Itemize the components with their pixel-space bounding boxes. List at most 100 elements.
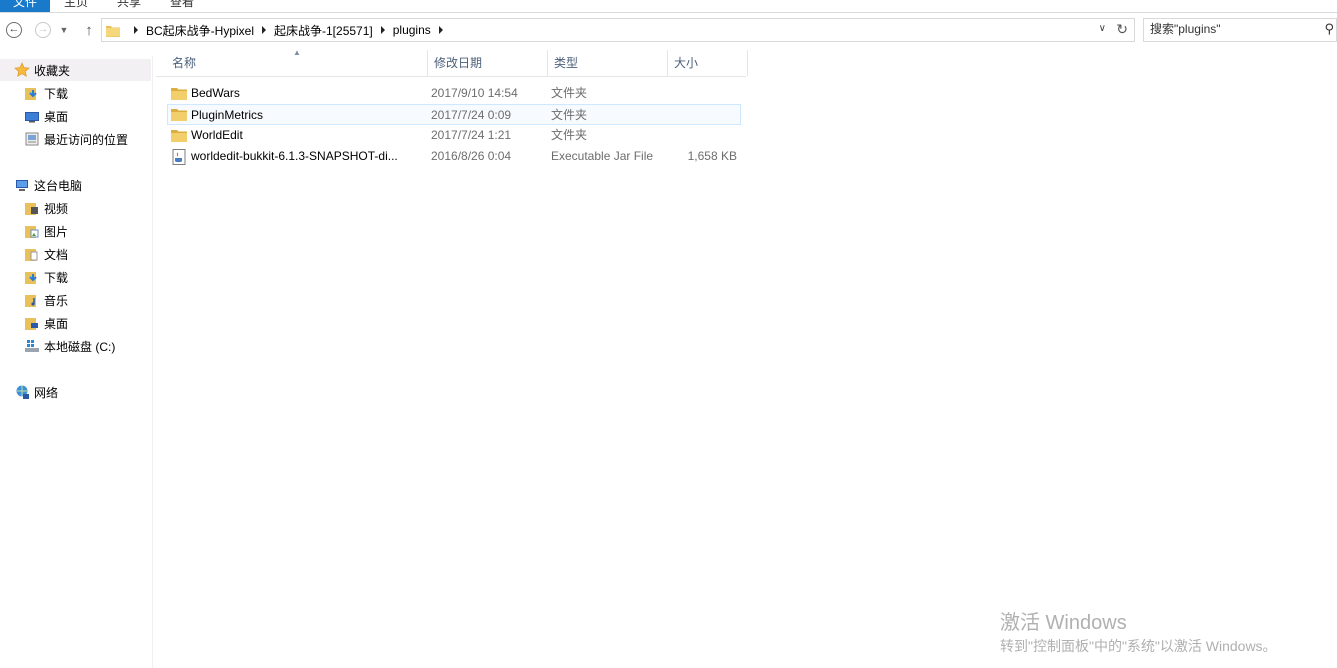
navigation-pane: 收藏夹 下载 桌面 最近访问的位置 这台电脑 视频 图片 文档 下载 音乐 桌面 — [0, 56, 153, 668]
file-row-bedwars[interactable]: BedWars 2017/9/10 14:54 文件夹 — [167, 83, 741, 104]
nav-this-pc[interactable]: 这台电脑 — [14, 174, 82, 196]
search-box[interactable]: ⚲ — [1143, 18, 1337, 42]
file-date: 2017/7/24 0:09 — [431, 108, 512, 122]
up-arrow-icon: ↑ — [85, 21, 93, 39]
file-type: Executable Jar File — [551, 149, 654, 163]
breadcrumb-separator-icon[interactable] — [262, 26, 267, 34]
nav-label: 视频 — [44, 201, 69, 216]
pictures-folder-icon — [24, 223, 40, 239]
nav-pc-pictures[interactable]: 图片 — [24, 220, 68, 242]
file-name: worldedit-bukkit-6.1.3-SNAPSHOT-di... — [191, 149, 398, 163]
address-history-dropdown-icon[interactable]: ∨ — [1099, 23, 1106, 34]
column-header-name[interactable]: 名称 — [162, 50, 428, 76]
downloads-folder-icon — [24, 85, 40, 101]
address-bar[interactable]: BC起床战争-Hypixel 起床战争-1[25571] plugins ∨ ↻ — [101, 18, 1135, 42]
file-size — [663, 83, 737, 104]
nav-label: 音乐 — [44, 293, 69, 308]
watermark-subtitle: 转到"控制面板"中的"系统"以激活 Windows。 — [1000, 638, 1277, 654]
nav-label: 下载 — [44, 270, 69, 285]
file-name: PluginMetrics — [191, 108, 264, 122]
nav-favorites-desktop[interactable]: 桌面 — [24, 105, 68, 127]
activation-watermark: 激活 Windows 转到"控制面板"中的"系统"以激活 Windows。 — [1000, 610, 1277, 656]
nav-pc-videos[interactable]: 视频 — [24, 197, 68, 219]
chevron-down-icon: ▼ — [59, 25, 69, 35]
nav-label: 网络 — [34, 385, 59, 400]
column-headers: ▲ 名称 修改日期 类型 大小 — [156, 48, 748, 77]
documents-folder-icon — [24, 246, 40, 262]
watermark-title: 激活 Windows — [1000, 612, 1127, 634]
column-header-size[interactable]: 大小 — [668, 50, 748, 76]
up-button[interactable]: ↑ — [79, 20, 99, 40]
column-header-type[interactable]: 类型 — [548, 50, 668, 76]
column-header-date[interactable]: 修改日期 — [428, 50, 548, 76]
nav-pc-documents[interactable]: 文档 — [24, 243, 68, 265]
breadcrumb-separator-icon[interactable] — [380, 26, 385, 34]
tab-home[interactable]: 主页 — [64, 0, 88, 12]
nav-label: 图片 — [44, 224, 69, 239]
network-icon — [14, 384, 30, 400]
desktop-icon — [24, 108, 40, 124]
file-type: 文件夹 — [551, 86, 588, 100]
breadcrumb-separator-icon[interactable] — [438, 26, 443, 34]
tab-view[interactable]: 查看 — [170, 0, 194, 12]
nav-label: 文档 — [44, 247, 69, 262]
recent-locations-button[interactable]: ▼ — [57, 20, 71, 40]
nav-label: 这台电脑 — [34, 178, 83, 193]
back-button[interactable]: ← — [4, 20, 24, 40]
file-date: 2017/9/10 14:54 — [431, 86, 518, 100]
file-size — [663, 125, 737, 146]
nav-label: 本地磁盘 (C:) — [44, 339, 116, 354]
tab-file[interactable]: 文件 — [0, 0, 50, 12]
back-arrow-icon: ← — [6, 22, 22, 38]
breadcrumb-item[interactable]: BC起床战争-Hypixel — [146, 22, 254, 39]
file-name: WorldEdit — [191, 128, 243, 142]
file-list: ▲ 名称 修改日期 类型 大小 BedWars 2017/9/10 14:54 … — [153, 47, 1337, 668]
file-name: BedWars — [191, 86, 240, 100]
downloads-folder-icon — [24, 269, 40, 285]
navigation-bar: ← → ▼ ↑ BC起床战争-Hypixel 起床战争-1[25571] plu… — [0, 13, 1337, 47]
desktop-folder-icon — [24, 315, 40, 331]
file-date: 2017/7/24 1:21 — [431, 128, 512, 142]
nav-label: 最近访问的位置 — [44, 132, 129, 147]
nav-pc-music[interactable]: 音乐 — [24, 289, 68, 311]
nav-pc-desktop[interactable]: 桌面 — [24, 312, 68, 334]
ribbon: 文件 主页 共享 查看 — [0, 0, 1337, 13]
folder-icon — [171, 128, 187, 145]
star-icon — [14, 62, 30, 78]
recent-places-icon — [24, 131, 40, 147]
nav-label: 桌面 — [44, 109, 69, 124]
file-row-pluginmetrics[interactable]: PluginMetrics 2017/7/24 0:09 文件夹 — [167, 104, 741, 125]
file-row-worldedit[interactable]: WorldEdit 2017/7/24 1:21 文件夹 — [167, 125, 741, 146]
breadcrumb-item[interactable]: 起床战争-1[25571] — [274, 22, 373, 39]
file-size — [663, 105, 737, 126]
nav-favorites[interactable]: 收藏夹 — [0, 59, 151, 81]
search-icon[interactable]: ⚲ — [1324, 21, 1334, 37]
nav-label: 下载 — [44, 86, 69, 101]
nav-pc-local-disk[interactable]: 本地磁盘 (C:) — [24, 335, 115, 357]
tab-share[interactable]: 共享 — [117, 0, 141, 12]
breadcrumb-item[interactable]: plugins — [393, 23, 431, 37]
nav-label: 收藏夹 — [34, 63, 71, 78]
file-type: 文件夹 — [551, 108, 588, 122]
nav-favorites-recent[interactable]: 最近访问的位置 — [24, 128, 128, 150]
nav-pc-downloads[interactable]: 下载 — [24, 266, 68, 288]
videos-folder-icon — [24, 200, 40, 216]
refresh-icon[interactable]: ↻ — [1116, 21, 1128, 38]
drive-icon — [24, 338, 40, 354]
music-folder-icon — [24, 292, 40, 308]
forward-button[interactable]: → — [33, 20, 53, 40]
search-input[interactable] — [1150, 22, 1310, 36]
nav-network[interactable]: 网络 — [14, 381, 58, 403]
folder-icon — [171, 107, 187, 124]
file-type: 文件夹 — [551, 128, 588, 142]
breadcrumb-separator-icon[interactable] — [134, 26, 138, 34]
folder-icon — [171, 86, 187, 103]
forward-arrow-icon: → — [35, 22, 51, 38]
jar-file-icon — [171, 149, 187, 168]
file-row-worldedit-jar[interactable]: worldedit-bukkit-6.1.3-SNAPSHOT-di... 20… — [167, 146, 741, 167]
computer-icon — [14, 177, 30, 193]
folder-icon — [106, 24, 120, 40]
breadcrumb: BC起床战争-Hypixel 起床战争-1[25571] plugins — [126, 19, 451, 41]
file-size: 1,658 KB — [687, 149, 737, 163]
nav-favorites-downloads[interactable]: 下载 — [24, 82, 68, 104]
